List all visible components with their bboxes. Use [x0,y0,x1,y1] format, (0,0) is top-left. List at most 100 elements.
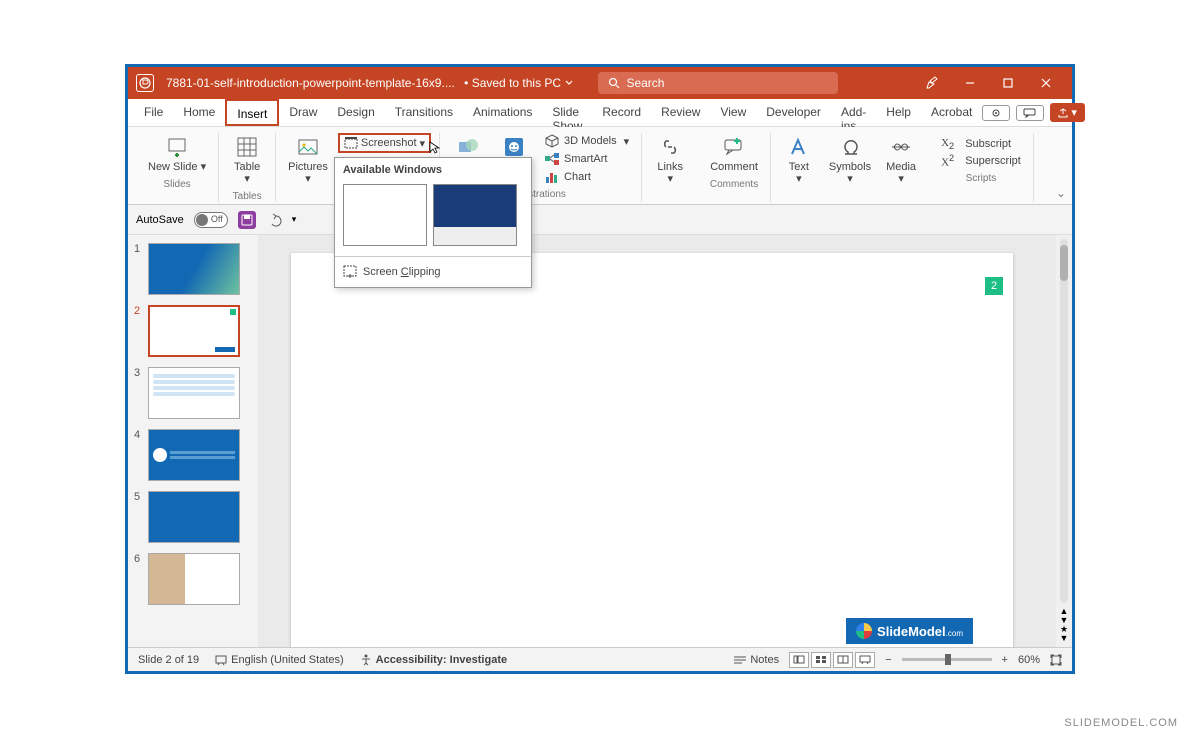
pictures-icon [296,135,320,159]
ribbon-group-links: Links▾ [642,133,698,202]
slide-counter[interactable]: Slide 2 of 19 [138,654,199,666]
available-window-1[interactable] [343,184,427,246]
chart-button[interactable]: Chart [544,169,629,185]
slide-number-badge: 2 [985,277,1003,295]
smartart-button[interactable]: SmartArt [544,151,629,167]
ribbon-group-images: Pictures▾ Screenshot▾ Available Windows [276,133,440,202]
powerpoint-app-icon [136,74,154,92]
slide-thumbnail-2[interactable] [148,305,240,357]
screenshot-dropdown: Available Windows Screen Clipping [334,157,532,288]
text-icon [787,135,811,159]
vertical-scrollbar[interactable]: ▲ ▼ ★ ▼ [1056,235,1072,647]
table-button[interactable]: Table▾ [227,133,267,187]
smartart-icon [544,151,560,167]
tab-review[interactable]: Review [651,99,710,126]
slide-thumbnail-6[interactable] [148,553,240,605]
text-button[interactable]: Text▾ [779,133,819,187]
search-box[interactable]: Search [598,72,838,94]
edit-mode-icon[interactable] [914,70,950,96]
zoom-out-button[interactable]: − [885,654,891,666]
saved-status[interactable]: • Saved to this PC [461,76,575,90]
comments-button[interactable] [1016,105,1044,121]
links-button[interactable]: Links▾ [650,133,690,187]
notes-button[interactable]: Notes [733,654,779,666]
slide-thumbnail-3[interactable] [148,367,240,419]
zoom-level[interactable]: 60% [1018,654,1040,666]
collapse-ribbon-button[interactable]: ⌄ [1056,186,1066,200]
new-slide-icon [165,135,189,159]
document-name: 7881-01-self-introduction-powerpoint-tem… [166,76,455,90]
tab-animations[interactable]: Animations [463,99,542,126]
media-button[interactable]: Media▾ [881,133,921,187]
comment-icon [722,135,746,159]
tab-record[interactable]: Record [592,99,651,126]
group-label-slides: Slides [163,179,190,190]
3d-models-button[interactable]: 3D Models ▾ [544,133,629,149]
tab-view[interactable]: View [710,99,756,126]
accessibility-indicator[interactable]: Accessibility: Investigate [360,654,507,666]
screenshot-icon [344,136,358,150]
pictures-button[interactable]: Pictures▾ [284,133,332,187]
accessibility-icon [360,654,372,666]
autosave-label: AutoSave [136,214,184,226]
tab-insert[interactable]: Insert [225,99,279,126]
new-slide-button[interactable]: New Slide ▾ [144,133,210,175]
sorter-view-button[interactable] [811,652,831,668]
slide-thumbnail-4[interactable] [148,429,240,481]
superscript-button[interactable]: X2 Superscript [941,153,1021,169]
zoom-slider[interactable] [902,658,992,661]
screenshot-button[interactable]: Screenshot▾ [338,133,431,153]
tab-design[interactable]: Design [327,99,384,126]
tab-help[interactable]: Help [876,99,921,126]
slideshow-view-button[interactable] [855,652,875,668]
group-label-tables: Tables [233,191,262,202]
available-windows-header: Available Windows [335,158,531,180]
language-indicator[interactable]: English (United States) [215,654,344,666]
tab-home[interactable]: Home [173,99,225,126]
available-window-2[interactable] [433,184,517,246]
ribbon-tabs: File Home Insert Draw Design Transitions… [128,99,1072,127]
ribbon-group-scripts: X2 Subscript X2 Superscript Scripts [929,133,1034,202]
cursor-icon [429,141,441,155]
slidemodel-logo: SlideModel.com [846,618,973,644]
undo-button[interactable] [266,213,282,227]
slide-canvas-area: 2 SlideModel.com [258,235,1056,647]
screen-clipping-item[interactable]: Screen Clipping [335,256,531,287]
links-icon [658,135,682,159]
slide-canvas[interactable]: 2 SlideModel.com [291,253,1013,647]
tab-acrobat[interactable]: Acrobat [921,99,982,126]
subscript-button[interactable]: X2 Subscript [941,137,1021,151]
normal-view-button[interactable] [789,652,809,668]
slide-thumbnail-1[interactable] [148,243,240,295]
tab-file[interactable]: File [134,99,173,126]
slide-thumbnails-panel: 1 2 3 4 5 6 [128,235,258,647]
minimize-button[interactable] [952,70,988,96]
symbols-button[interactable]: Symbols▾ [825,133,875,187]
3d-models-icon [544,133,560,149]
search-icon [608,77,620,89]
maximize-button[interactable] [990,70,1026,96]
close-button[interactable] [1028,70,1064,96]
tab-developer[interactable]: Developer [756,99,831,126]
camera-button[interactable] [982,105,1010,121]
zoom-in-button[interactable]: + [1002,654,1008,666]
comment-button[interactable]: Comment [706,133,762,175]
reading-view-button[interactable] [833,652,853,668]
tab-draw[interactable]: Draw [279,99,327,126]
group-label-comments: Comments [710,179,758,190]
title-bar: 7881-01-self-introduction-powerpoint-tem… [128,67,1072,99]
tab-slideshow[interactable]: Slide Show [542,99,592,126]
undo-dropdown[interactable]: ▾ [292,214,297,225]
save-button[interactable] [238,211,256,229]
share-button[interactable]: ▾ [1050,103,1085,122]
chevron-down-icon: ▾ [420,137,426,150]
fit-to-window-button[interactable] [1050,654,1062,666]
symbols-icon [838,135,862,159]
group-label-scripts: Scripts [966,173,997,184]
ribbon-group-text: Text▾ Symbols▾ Media▾ [771,133,929,202]
tab-addins[interactable]: Add-ins [831,99,876,126]
slide-thumbnail-5[interactable] [148,491,240,543]
autosave-toggle[interactable]: Off [194,212,228,228]
status-bar: Slide 2 of 19 English (United States) Ac… [128,647,1072,671]
tab-transitions[interactable]: Transitions [385,99,463,126]
